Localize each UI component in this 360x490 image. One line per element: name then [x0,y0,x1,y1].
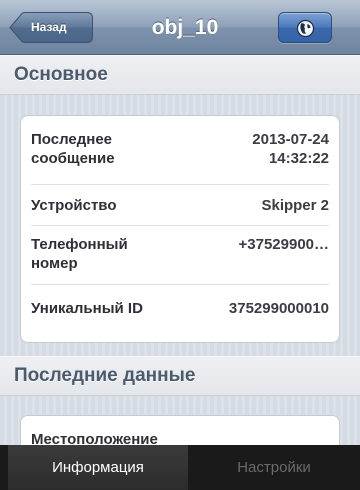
row-phone: Телефонный номер +37529900… [31,226,329,285]
row-label: Телефонный номер [31,236,128,272]
tab-bar: Информация Настройки [0,445,360,490]
tab-settings[interactable]: Настройки [188,445,360,490]
back-button-label: Назад [31,20,67,34]
back-button[interactable]: Назад [9,12,93,43]
page-title: obj_10 [151,16,219,39]
section-title: Последние данные [14,365,196,386]
globe-icon [296,19,315,38]
tab-info[interactable]: Информация [8,445,188,490]
row-device: Устройство Skipper 2 [31,185,329,226]
section-header-main: Основное [0,55,360,95]
row-label: Устройство [31,197,117,214]
navigation-bar: Назад obj_10 [0,0,360,55]
row-value: +37529900… [238,236,330,253]
latest-group: Местоположение [20,415,340,445]
section-header-latest: Последние данные [0,356,360,396]
info-group: Последнее сообщение 2013-07-24 14:32:22 … [20,115,340,343]
row-value-time: 14:32:22 [268,150,329,167]
row-label: Уникальный ID [31,300,143,317]
row-value: Skipper 2 [261,197,329,214]
map-button[interactable] [278,12,332,43]
row-last-message: Последнее сообщение 2013-07-24 14:32:22 [31,116,329,185]
row-value-date: 2013-07-24 [252,131,329,148]
content-area[interactable]: Основное Последнее сообщение 2013-07-24 … [0,55,360,445]
row-value: 375299000010 [228,300,329,317]
row-label: Последнее сообщение [31,131,115,167]
row-label: Местоположение [31,431,158,445]
row-location[interactable]: Местоположение [31,416,329,445]
row-unique-id: Уникальный ID 375299000010 [31,285,329,342]
section-title: Основное [14,64,108,85]
